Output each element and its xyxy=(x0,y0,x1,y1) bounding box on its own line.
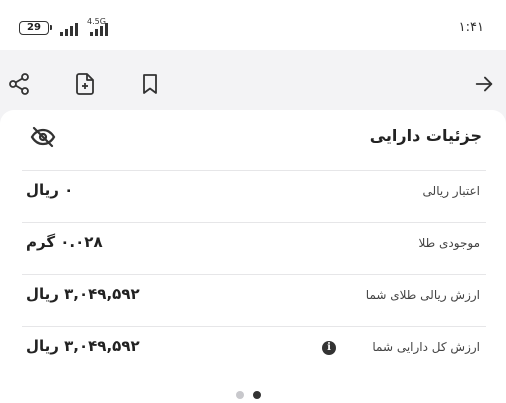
row-label: موجودی طلا xyxy=(418,236,480,250)
bookmark-icon xyxy=(143,74,157,94)
battery-indicator: 29 xyxy=(19,21,52,35)
row-rial-credit: اعتبار ریالی ۰ ریال xyxy=(22,170,486,219)
row-value: ۳,۰۴۹,۵۹۲ ریال xyxy=(26,337,140,355)
signal-icon-2 xyxy=(90,22,108,36)
eye-off-icon xyxy=(30,126,56,148)
page-dot-1[interactable] xyxy=(236,391,244,399)
row-value: ۳,۰۴۹,۵۹۲ ریال xyxy=(26,285,140,303)
row-label: اعتبار ریالی xyxy=(422,184,480,198)
toolbar xyxy=(0,62,506,106)
signal-icon xyxy=(60,22,78,36)
row-gold-rial-value: ارزش ریالی طلای شما ۳,۰۴۹,۵۹۲ ریال xyxy=(22,274,486,323)
back-button[interactable] xyxy=(470,70,498,98)
row-label: ارزش ریالی طلای شما xyxy=(365,288,480,302)
share-button[interactable] xyxy=(5,70,33,98)
status-clock: ۱:۴۱ xyxy=(458,20,484,35)
page-indicator xyxy=(236,391,261,399)
asset-details-card: جزئیات دارایی اعتبار ریالی ۰ ریال موجودی… xyxy=(0,110,506,403)
add-file-button[interactable] xyxy=(71,70,99,98)
hide-balance-button[interactable] xyxy=(30,126,56,148)
row-value: ۰ ریال xyxy=(26,181,74,199)
row-label: ارزش کل دارایی شما xyxy=(372,340,480,354)
card-title: جزئیات دارایی xyxy=(369,126,482,145)
row-total-assets: ارزش کل دارایی شما i ۳,۰۴۹,۵۹۲ ریال xyxy=(22,326,486,375)
arrow-right-icon xyxy=(475,76,493,92)
page-dot-2[interactable] xyxy=(253,391,261,399)
row-value: ۰.۰۲۸ گرم xyxy=(26,233,103,251)
info-icon[interactable]: i xyxy=(322,341,336,355)
status-bar: 29 4.5G ۱:۴۱ xyxy=(0,0,506,50)
bookmark-button[interactable] xyxy=(136,70,164,98)
row-gold-balance: موجودی طلا ۰.۰۲۸ گرم xyxy=(22,222,486,271)
share-icon xyxy=(9,73,29,95)
add-file-icon xyxy=(76,73,94,95)
